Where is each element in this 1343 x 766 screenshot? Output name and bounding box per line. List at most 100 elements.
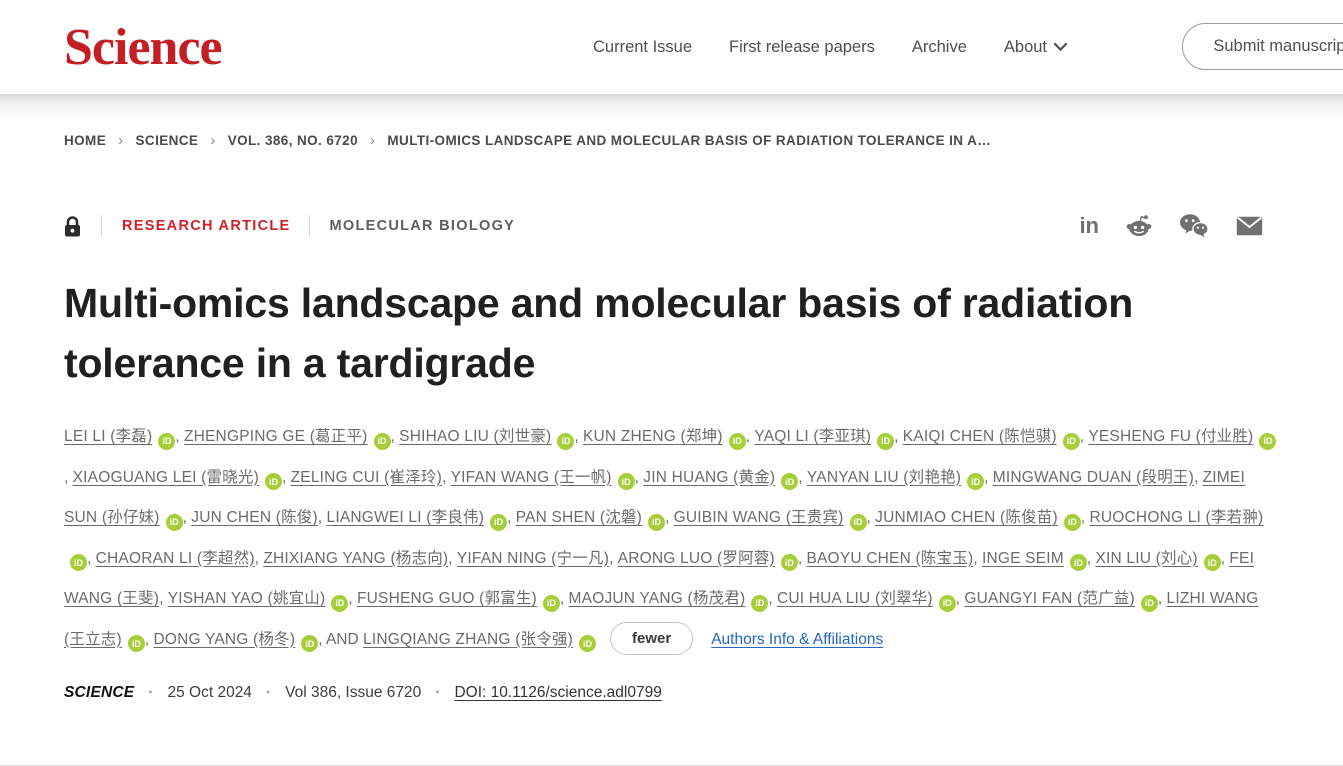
fewer-button[interactable]: fewer: [610, 622, 693, 655]
orcid-icon[interactable]: iD: [939, 595, 956, 612]
publication-date: 25 Oct 2024: [167, 684, 251, 702]
orcid-icon[interactable]: iD: [967, 473, 984, 490]
author-link[interactable]: ZHIXIANG YANG (杨志向): [263, 550, 448, 567]
author-link[interactable]: KAIQI CHEN (陈恺骐): [903, 428, 1057, 445]
author-link[interactable]: LEI LI (李磊): [64, 428, 152, 445]
author-link[interactable]: DONG YANG (杨冬): [153, 631, 295, 648]
orcid-icon[interactable]: iD: [1204, 554, 1221, 571]
header-shadow: [0, 94, 1343, 120]
author-link[interactable]: SHIHAO LIU (刘世豪): [399, 428, 551, 445]
orcid-icon[interactable]: iD: [301, 635, 318, 652]
doi-link[interactable]: DOI: 10.1126/science.adl0799: [454, 684, 661, 702]
orcid-icon[interactable]: iD: [557, 433, 574, 450]
science-logo[interactable]: Science: [64, 18, 222, 77]
author-link[interactable]: XIAOGUANG LEI (雷晓光): [73, 469, 259, 486]
breadcrumb-separator: ›: [118, 132, 123, 149]
orcid-icon[interactable]: iD: [648, 514, 665, 531]
journal-name: SCIENCE: [64, 684, 134, 702]
main-nav: Current Issue First release papers Archive…: [593, 0, 1067, 94]
author-link[interactable]: JUN CHEN (陈俊): [191, 509, 318, 526]
author-link[interactable]: CUI HUA LIU (刘翠华): [777, 590, 933, 607]
author-link[interactable]: YIFAN WANG (王一帆): [451, 469, 612, 486]
breadcrumb-link[interactable]: VOL. 386, NO. 6720: [228, 133, 358, 148]
author-link[interactable]: YAQI LI (李亚琪): [754, 428, 871, 445]
breadcrumb-current: MULTI-OMICS LANDSCAPE AND MOLECULAR BASI…: [387, 133, 991, 148]
author-link[interactable]: GUANGYI FAN (范广益): [964, 590, 1134, 607]
orcid-icon[interactable]: iD: [158, 433, 175, 450]
author-link[interactable]: FUSHENG GUO (郭富生): [357, 590, 537, 607]
share-toolbar: in: [1079, 213, 1263, 238]
author-link[interactable]: ZELING CUI (崔泽玲): [291, 469, 442, 486]
orcid-icon[interactable]: iD: [751, 595, 768, 612]
author-link[interactable]: YESHENG FU (付业胜): [1088, 428, 1253, 445]
breadcrumb-separator: ›: [370, 132, 375, 149]
orcid-icon[interactable]: iD: [1259, 433, 1276, 450]
article-category-label: MOLECULAR BIOLOGY: [330, 218, 516, 234]
article-meta-row: RESEARCH ARTICLE MOLECULAR BIOLOGY in: [64, 213, 1279, 239]
orcid-icon[interactable]: iD: [331, 595, 348, 612]
author-link[interactable]: LIANGWEI LI (李良伟): [327, 509, 485, 526]
submit-manuscript-button[interactable]: Submit manuscript: [1182, 23, 1343, 70]
author-link[interactable]: JUNMIAO CHEN (陈俊苗): [875, 509, 1058, 526]
author-link[interactable]: KUN ZHENG (郑坤): [583, 428, 723, 445]
author-link[interactable]: MAOJUN YANG (杨茂君): [569, 590, 746, 607]
nav-item-about[interactable]: About: [1004, 38, 1067, 57]
orcid-icon[interactable]: iD: [729, 433, 746, 450]
author-link[interactable]: PAN SHEN (沈磐): [516, 509, 642, 526]
orcid-icon[interactable]: iD: [781, 554, 798, 571]
author-link[interactable]: ZHENGPING GE (葛正平): [184, 428, 368, 445]
orcid-icon[interactable]: iD: [781, 473, 798, 490]
page: Science Current Issue First release paper…: [0, 0, 1343, 766]
orcid-icon[interactable]: iD: [877, 433, 894, 450]
orcid-icon[interactable]: iD: [1064, 514, 1081, 531]
nav-item-archive[interactable]: Archive: [912, 38, 967, 57]
wechat-icon[interactable]: [1179, 213, 1209, 238]
reddit-icon[interactable]: [1126, 214, 1152, 238]
dot-separator: ·: [266, 684, 271, 702]
author-link[interactable]: JIN HUANG (黄金): [643, 469, 775, 486]
author-link[interactable]: CHAORAN LI (李超然): [96, 550, 255, 567]
author-link[interactable]: ARONG LUO (罗阿蓉): [618, 550, 775, 567]
author-list: LEI LI (李磊)iD, ZHENGPING GE (葛正平)iD, SHI…: [64, 417, 1279, 660]
orcid-icon[interactable]: iD: [1070, 554, 1087, 571]
chevron-down-icon: [1054, 43, 1067, 51]
author-link[interactable]: GUIBIN WANG (王贵宾): [674, 509, 844, 526]
author-link[interactable]: XIN LIU (刘心): [1095, 550, 1197, 567]
orcid-icon[interactable]: iD: [374, 433, 391, 450]
breadcrumb-separator: ›: [210, 132, 215, 149]
author-link[interactable]: RUOCHONG LI (李若翀): [1089, 509, 1263, 526]
authors-info-affiliations-link[interactable]: Authors Info & Affiliations: [711, 631, 883, 648]
nav-item-current-issue[interactable]: Current Issue: [593, 38, 692, 57]
orcid-icon[interactable]: iD: [265, 473, 282, 490]
site-header: Science Current Issue First release paper…: [0, 0, 1343, 94]
breadcrumb-link[interactable]: HOME: [64, 133, 106, 148]
author-link[interactable]: BAOYU CHEN (陈宝玉): [806, 550, 973, 567]
breadcrumb-link[interactable]: SCIENCE: [136, 133, 199, 148]
email-icon[interactable]: [1236, 216, 1263, 236]
nav-item-first-release-papers[interactable]: First release papers: [729, 38, 875, 57]
breadcrumb: HOME › SCIENCE › VOL. 386, NO. 6720 › MULTI-OM…: [64, 132, 1279, 149]
orcid-icon[interactable]: iD: [128, 635, 145, 652]
dot-separator: ·: [148, 684, 153, 702]
and-label: AND: [326, 631, 363, 648]
orcid-icon[interactable]: iD: [490, 514, 507, 531]
dot-separator: ·: [435, 684, 440, 702]
orcid-icon[interactable]: iD: [166, 514, 183, 531]
orcid-icon[interactable]: iD: [70, 554, 87, 571]
orcid-icon[interactable]: iD: [1141, 595, 1158, 612]
publication-meta: SCIENCE · 25 Oct 2024 · Vol 386, Issue 6…: [64, 684, 1279, 702]
author-link[interactable]: YIFAN NING (宁一凡): [457, 550, 609, 567]
orcid-icon[interactable]: iD: [850, 514, 867, 531]
linkedin-icon[interactable]: in: [1079, 215, 1099, 237]
author-link[interactable]: YISHAN YAO (姚宜山): [168, 590, 326, 607]
orcid-icon[interactable]: iD: [579, 635, 596, 652]
author-link[interactable]: INGE SEIM: [982, 550, 1064, 567]
author-link[interactable]: YANYAN LIU (刘艳艳): [807, 469, 961, 486]
orcid-icon[interactable]: iD: [1063, 433, 1080, 450]
separator: [309, 215, 310, 237]
author-link[interactable]: MINGWANG DUAN (段明王): [993, 469, 1194, 486]
orcid-icon[interactable]: iD: [618, 473, 635, 490]
article-type-label[interactable]: RESEARCH ARTICLE: [122, 218, 291, 234]
orcid-icon[interactable]: iD: [543, 595, 560, 612]
author-link[interactable]: LINGQIANG ZHANG (张令强): [363, 631, 573, 648]
